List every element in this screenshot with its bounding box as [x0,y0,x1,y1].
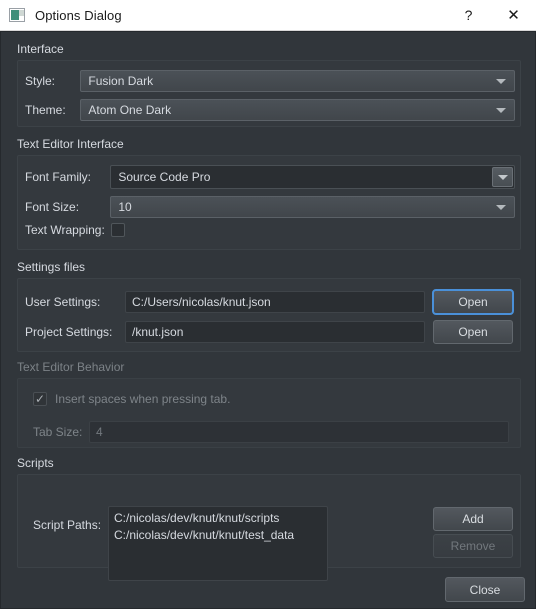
user-settings-input[interactable]: C:/Users/nicolas/knut.json [125,291,425,313]
group-settings-files: Settings files User Settings: C:/Users/n… [9,260,529,352]
help-button[interactable]: ? [446,0,491,30]
row-insert-spaces: Insert spaces when pressing tab. [33,392,503,406]
chevron-down-icon [497,174,508,180]
text-wrapping-checkbox[interactable] [111,223,125,237]
window-titlebar: Options Dialog ? ✕ [0,0,536,31]
group-text-editor-behavior-title: Text Editor Behavior [17,360,125,374]
options-dialog: Interface Style: Fusion Dark Theme: Atom… [0,31,536,609]
project-settings-open-button[interactable]: Open [433,320,513,344]
style-combobox-value: Fusion Dark [88,74,154,88]
window-title: Options Dialog [35,7,122,23]
theme-combobox-value: Atom One Dark [88,103,172,117]
font-family-label: Font Family: [25,170,92,184]
group-settings-files-title: Settings files [17,260,86,274]
insert-spaces-label: Insert spaces when pressing tab. [55,392,231,406]
close-icon[interactable]: ✕ [491,0,536,30]
tab-size-label: Tab Size: [33,425,83,439]
font-family-dropdown-button[interactable] [492,167,513,187]
theme-label: Theme: [25,103,66,117]
theme-combobox[interactable]: Atom One Dark [80,99,515,121]
chevron-down-icon [496,108,506,113]
row-text-wrapping: Text Wrapping: [25,223,515,237]
chevron-down-icon [496,205,506,210]
chevron-down-icon [496,79,506,84]
group-text-editor-interface: Text Editor Interface Font Family: Sourc… [9,137,529,250]
user-settings-value: C:/Users/nicolas/knut.json [132,295,271,309]
font-size-label: Font Size: [25,200,80,214]
group-interface: Interface Style: Fusion Dark Theme: Atom… [9,42,529,127]
row-style: Style: Fusion Dark [25,70,515,92]
row-tab-size: Tab Size: 4 [33,421,509,443]
user-settings-open-button[interactable]: Open [432,289,514,315]
font-family-value: Source Code Pro [118,170,211,184]
remove-script-path-button[interactable]: Remove [433,534,513,558]
group-interface-title: Interface [17,42,64,56]
row-theme: Theme: Atom One Dark [25,99,515,121]
row-project-settings: Project Settings: /knut.json Open [25,320,521,344]
close-button[interactable]: Close [445,577,525,602]
row-user-settings: User Settings: C:/Users/nicolas/knut.jso… [25,289,521,315]
font-size-value: 10 [118,200,132,214]
script-paths-label: Script Paths: [33,518,102,532]
project-settings-value: /knut.json [132,325,184,339]
group-scripts-title: Scripts [17,456,54,470]
script-paths-list[interactable]: C:/nicolas/dev/knut/knut/scripts C:/nico… [108,506,328,581]
text-wrapping-label: Text Wrapping: [25,223,105,237]
font-family-combobox[interactable]: Source Code Pro [110,165,515,189]
insert-spaces-checkbox[interactable] [33,392,47,406]
add-script-path-button[interactable]: Add [433,507,513,531]
font-size-combobox[interactable]: 10 [110,196,515,218]
project-settings-label: Project Settings: [25,325,113,339]
project-settings-input[interactable]: /knut.json [125,321,425,343]
app-icon [9,8,25,22]
tab-size-value: 4 [96,425,103,439]
row-font-family: Font Family: Source Code Pro [25,165,515,189]
list-item[interactable]: C:/nicolas/dev/knut/knut/scripts [114,510,322,527]
style-label: Style: [25,74,56,88]
group-text-editor-interface-title: Text Editor Interface [17,137,124,151]
user-settings-label: User Settings: [25,295,101,309]
row-font-size: Font Size: 10 [25,196,515,218]
group-text-editor-behavior: Text Editor Behavior Insert spaces when … [9,360,529,448]
group-scripts: Scripts Script Paths: C:/nicolas/dev/knu… [9,456,529,581]
list-item[interactable]: C:/nicolas/dev/knut/knut/test_data [114,527,322,544]
tab-size-input[interactable]: 4 [89,421,509,443]
style-combobox[interactable]: Fusion Dark [80,70,515,92]
